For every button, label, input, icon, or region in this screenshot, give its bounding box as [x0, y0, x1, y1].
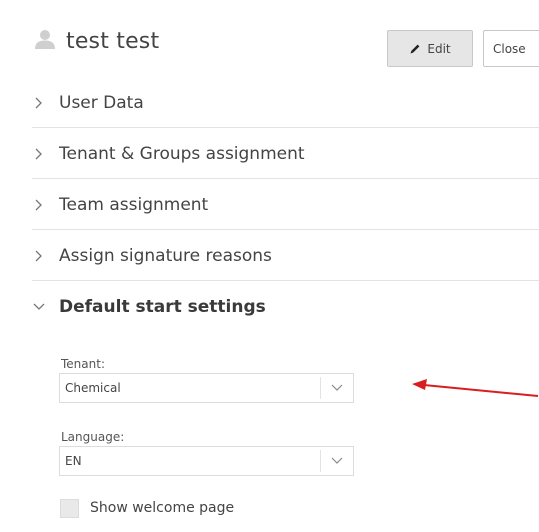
section-label: Team assignment [59, 194, 209, 215]
tenant-select-value: Chemical [65, 381, 121, 395]
chevron-right-icon [35, 199, 42, 210]
section-tenant-groups-assignment[interactable]: Tenant & Groups assignment [32, 129, 539, 179]
section-assign-signature-reasons[interactable]: Assign signature reasons [32, 231, 539, 281]
language-label: Language: [61, 430, 125, 444]
chevron-down-icon [33, 303, 45, 310]
section-label: Assign signature reasons [59, 245, 272, 266]
section-label: User Data [59, 92, 144, 113]
tenant-label: Tenant: [61, 357, 105, 371]
tenant-select[interactable]: Chemical [59, 373, 354, 403]
section-label: Default start settings [59, 297, 266, 317]
chevron-down-icon[interactable] [330, 455, 344, 467]
section-team-assignment[interactable]: Team assignment [32, 180, 539, 230]
show-welcome-page-checkbox[interactable] [60, 499, 79, 518]
select-divider [320, 377, 321, 399]
pencil-icon [410, 44, 420, 53]
red-arrow-annotation [412, 379, 539, 397]
user-detail-header: test test Edit Close [0, 0, 539, 78]
show-welcome-page-label: Show welcome page [90, 500, 235, 516]
chevron-right-icon [35, 250, 42, 261]
section-label: Tenant & Groups assignment [59, 143, 305, 164]
edit-button[interactable]: Edit [387, 30, 473, 67]
section-default-start-settings[interactable]: Default start settings [32, 282, 539, 332]
user-icon [35, 30, 55, 49]
language-select-value: EN [65, 454, 82, 468]
user-name-title: test test [66, 29, 160, 54]
close-button-label: Close [493, 41, 526, 56]
close-button[interactable]: Close [483, 30, 539, 67]
select-divider [320, 450, 321, 472]
language-select[interactable]: EN [59, 446, 354, 476]
section-user-data[interactable]: User Data [32, 78, 539, 128]
edit-button-label: Edit [427, 41, 451, 56]
chevron-right-icon [35, 97, 42, 108]
chevron-down-icon[interactable] [330, 382, 344, 394]
chevron-right-icon [35, 148, 42, 159]
